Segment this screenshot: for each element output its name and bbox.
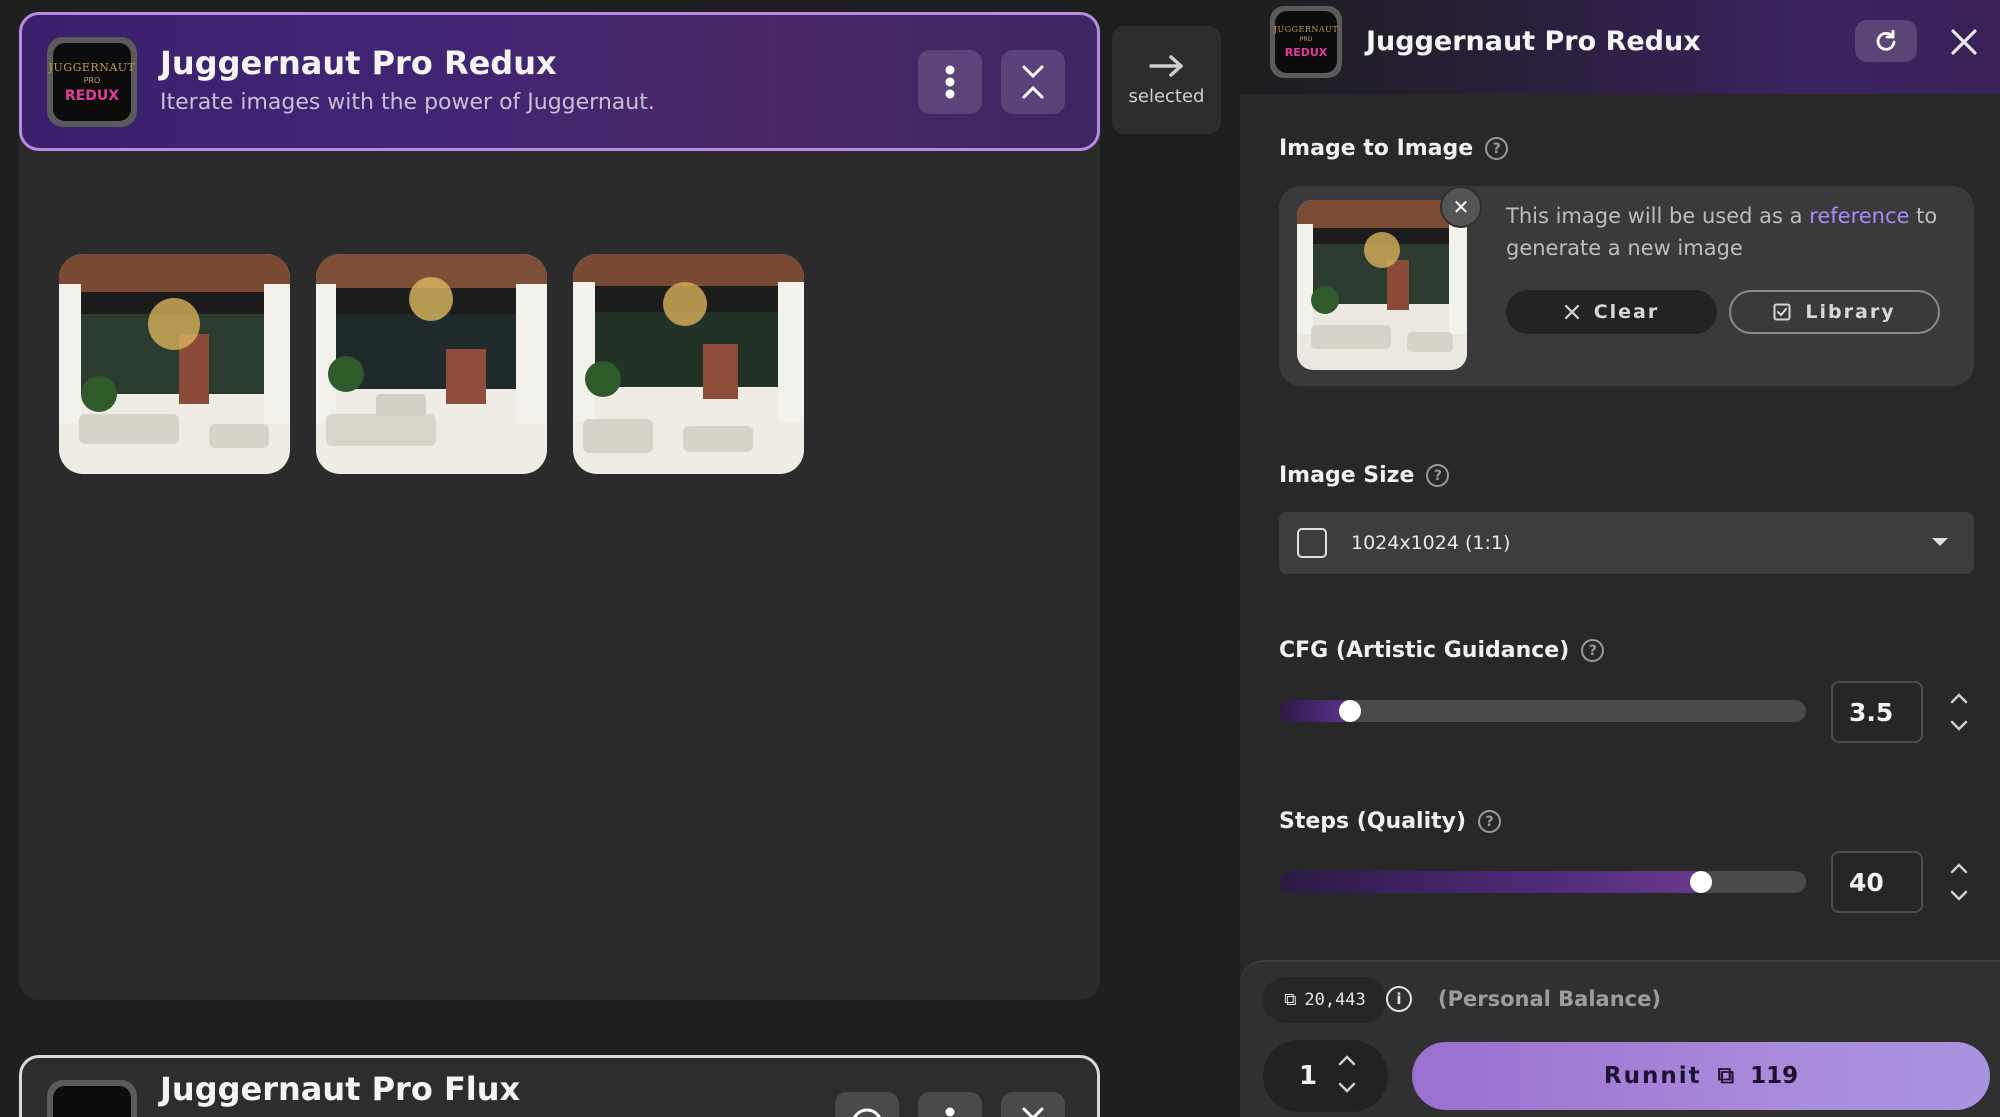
image-size-label: Image Size ? [1279, 463, 1450, 488]
model-logo-2 [47, 1080, 137, 1117]
image-to-image-label: Image to Image ? [1279, 136, 1509, 161]
close-icon [1951, 29, 1977, 55]
checkbox-icon [1773, 303, 1791, 321]
image-gallery [59, 254, 804, 474]
send-selected-label: selected [1128, 85, 1205, 107]
card-2-collapse-button[interactable] [1001, 1092, 1065, 1117]
living-room-thumbnail-3[interactable] [573, 254, 804, 474]
logo-text-3: REDUX [64, 87, 120, 104]
clear-label: Clear [1593, 301, 1660, 323]
cfg-label: CFG (Artistic Guidance) ? [1279, 638, 1605, 663]
clear-button[interactable]: Clear [1506, 290, 1717, 334]
image-to-image-text: Image to Image [1279, 136, 1474, 161]
card-title: Juggernaut Pro Redux [160, 44, 557, 82]
image-size-text: Image Size [1279, 463, 1415, 488]
model-logo: JUGGERNAUT PRO REDUX [47, 37, 137, 127]
card-collapse-button[interactable] [1001, 50, 1065, 114]
living-room-thumbnail-2[interactable] [316, 254, 547, 474]
reference-description: This image will be used as a reference t… [1506, 200, 1956, 264]
balance-label: (Personal Balance) [1438, 987, 1661, 1011]
help-icon[interactable]: ? [1581, 639, 1605, 662]
steps-text: Steps (Quality) [1279, 809, 1467, 834]
credits-icon: ⧉ [1717, 1063, 1735, 1089]
library-label: Library [1805, 301, 1896, 323]
living-room-thumbnail-1[interactable] [59, 254, 290, 474]
steps-label: Steps (Quality) ? [1279, 809, 1502, 834]
card-2-title: Juggernaut Pro Flux [160, 1070, 521, 1108]
image-size-value: 1024x1024 (1:1) [1351, 532, 1511, 554]
close-icon: ✕ [1452, 195, 1470, 219]
panel-logo-text-1: JUGGERNAUT [1273, 25, 1339, 34]
run-cost: 119 [1750, 1063, 1799, 1089]
panel-logo-text-2: PRO [1299, 36, 1313, 43]
steps-slider-fill [1279, 871, 1712, 893]
steps-input[interactable]: 40 [1831, 851, 1923, 913]
card-menu-button[interactable] [918, 50, 982, 114]
remove-reference-button[interactable]: ✕ [1440, 186, 1482, 228]
reference-text-before: This image will be used as a [1506, 204, 1810, 228]
cfg-stepper[interactable] [1947, 690, 1971, 734]
image-size-select[interactable]: 1024x1024 (1:1) [1279, 512, 1974, 574]
logo-text-2: PRO [83, 75, 101, 85]
help-icon[interactable]: ? [1485, 137, 1509, 160]
cfg-slider-thumb[interactable] [1339, 700, 1361, 722]
arrow-right-icon [1148, 54, 1183, 77]
refresh-icon [1876, 30, 1896, 51]
card-2-menu-button[interactable] [918, 1092, 982, 1117]
reset-button[interactable] [1855, 20, 1917, 62]
vertical-dots-icon [945, 65, 955, 99]
panel-title: Juggernaut Pro Redux [1366, 26, 1701, 57]
close-panel-button[interactable] [1944, 22, 1984, 62]
steps-slider[interactable] [1279, 871, 1806, 893]
run-label: Runnit [1603, 1063, 1702, 1089]
run-button[interactable]: Runnit ⧉ 119 [1412, 1042, 1990, 1110]
credits-icon: ⧉ [1284, 990, 1297, 1010]
reference-link[interactable]: reference [1809, 204, 1909, 228]
aspect-square-icon [1297, 528, 1327, 558]
card-2-view-button[interactable] [835, 1092, 899, 1117]
quantity-value: 1 [1299, 1061, 1318, 1091]
model-card [19, 12, 1100, 1000]
quantity-input[interactable]: 1 [1263, 1040, 1388, 1112]
card-subtitle: Iterate images with the power of Juggern… [160, 90, 655, 115]
help-icon[interactable]: ? [1478, 810, 1502, 833]
collapse-chevrons-icon [1022, 1107, 1044, 1117]
steps-slider-thumb[interactable] [1690, 871, 1712, 893]
eye-icon [853, 1108, 881, 1117]
reference-image[interactable] [1297, 200, 1467, 370]
info-icon[interactable]: i [1386, 986, 1412, 1012]
balance-badge: ⧉ 20,443 [1263, 977, 1387, 1023]
send-selected-button[interactable]: selected [1112, 26, 1221, 134]
vertical-dots-icon [945, 1107, 955, 1117]
panel-logo-text-3: REDUX [1284, 46, 1328, 59]
help-icon[interactable]: ? [1426, 464, 1450, 487]
logo-text-1: JUGGERNAUT [48, 60, 136, 74]
cfg-text: CFG (Artistic Guidance) [1279, 638, 1570, 663]
panel-logo: JUGGERNAUT PRO REDUX [1270, 6, 1342, 78]
x-icon [1564, 304, 1579, 320]
library-button[interactable]: Library [1729, 290, 1940, 334]
caret-down-icon [1932, 538, 1948, 546]
collapse-chevrons-icon [1022, 65, 1044, 99]
steps-stepper[interactable] [1947, 860, 1971, 904]
quantity-stepper[interactable] [1335, 1052, 1359, 1096]
cfg-input[interactable]: 3.5 [1831, 681, 1923, 743]
balance-value: 20,443 [1304, 990, 1366, 1010]
